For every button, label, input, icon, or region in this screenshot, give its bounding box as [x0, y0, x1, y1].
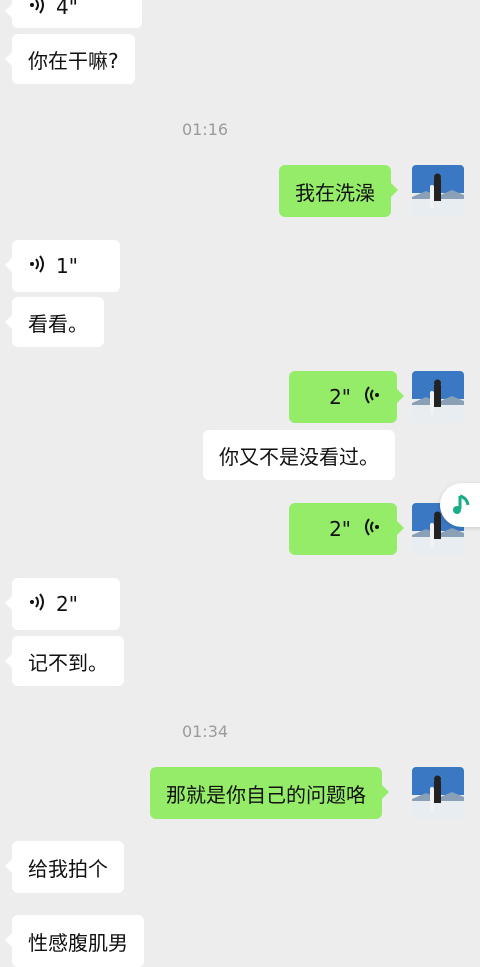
music-note-icon — [451, 493, 473, 521]
message-text: 我在洗澡 — [295, 180, 375, 205]
incoming-text-message[interactable]: 性感腹肌男 — [5, 915, 144, 967]
voice-wave-icon — [28, 254, 46, 278]
voice-duration: 4" — [56, 0, 78, 19]
incoming-text-message[interactable]: 给我拍个 — [5, 841, 124, 893]
message-text: 给我拍个 — [28, 856, 108, 881]
voice-wave-icon — [28, 0, 46, 19]
avatar[interactable] — [412, 165, 464, 217]
incoming-text-message[interactable]: 记不到。 — [5, 636, 124, 686]
message-text: 性感腹肌男 — [28, 930, 128, 955]
timestamp: 01:34 — [181, 722, 229, 741]
outgoing-text-message[interactable]: 那就是你自己的问题咯 — [150, 767, 389, 819]
incoming-text-message[interactable]: 看看。 — [5, 297, 104, 347]
voice-wave-icon — [363, 385, 381, 409]
avatar[interactable] — [412, 767, 464, 819]
incoming-voice-message[interactable]: 1" — [5, 240, 120, 292]
incoming-text-message[interactable]: 你又不是没看过。 — [203, 430, 395, 480]
voice-duration: 1" — [56, 254, 78, 278]
avatar[interactable] — [412, 371, 464, 423]
voice-duration: 2" — [56, 592, 78, 616]
message-text: 看看。 — [28, 311, 88, 336]
outgoing-voice-message[interactable]: 2" — [289, 503, 404, 555]
outgoing-text-message[interactable]: 我在洗澡 — [279, 165, 398, 217]
incoming-text-message[interactable]: 你在干嘛? — [5, 34, 135, 84]
incoming-voice-message[interactable]: 2" — [5, 578, 120, 630]
incoming-voice-message[interactable]: 4" — [5, 0, 142, 28]
message-text: 记不到。 — [28, 650, 108, 675]
timestamp: 01:16 — [181, 120, 229, 139]
voice-wave-icon — [363, 517, 381, 541]
message-text: 你又不是没看过。 — [219, 444, 379, 469]
message-text: 你在干嘛? — [28, 48, 119, 73]
voice-duration: 2" — [329, 517, 351, 541]
floating-music-button[interactable] — [440, 483, 480, 527]
message-text: 那就是你自己的问题咯 — [166, 782, 366, 807]
outgoing-voice-message[interactable]: 2" — [289, 371, 404, 423]
voice-wave-icon — [28, 592, 46, 616]
voice-duration: 2" — [329, 385, 351, 409]
